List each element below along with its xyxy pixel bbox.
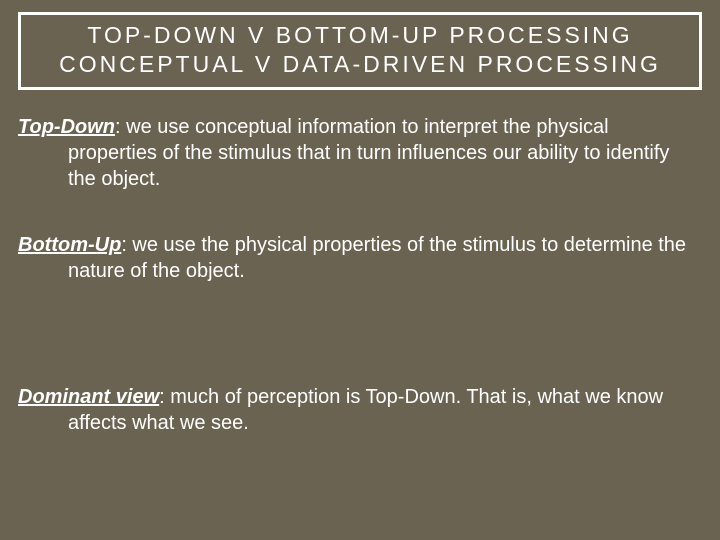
text-top-down: : we use conceptual information to inter…	[68, 116, 669, 190]
title-line-2: CONCEPTUAL V DATA-DRIVEN PROCESSING	[31, 50, 689, 79]
title-box: TOP-DOWN V BOTTOM-UP PROCESSING CONCEPTU…	[18, 12, 702, 90]
title-line-1: TOP-DOWN V BOTTOM-UP PROCESSING	[31, 21, 689, 50]
term-bottom-up: Bottom-Up	[18, 234, 121, 256]
entry-bottom-up: Bottom-Up: we use the physical propertie…	[18, 232, 702, 284]
entry-top-down: Top-Down: we use conceptual information …	[18, 114, 702, 192]
spacer	[18, 324, 702, 384]
entry-dominant-view: Dominant view: much of perception is Top…	[18, 384, 702, 436]
term-dominant-view: Dominant view	[18, 386, 159, 408]
term-top-down: Top-Down	[18, 116, 115, 138]
text-bottom-up: : we use the physical properties of the …	[68, 234, 686, 282]
